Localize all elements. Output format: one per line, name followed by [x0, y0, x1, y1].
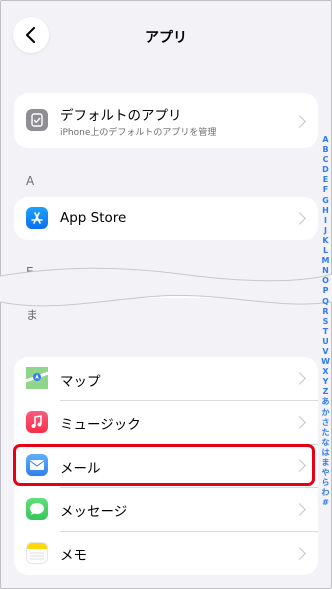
index-letter[interactable]: G: [319, 196, 332, 206]
index-letter[interactable]: B: [319, 145, 332, 155]
index-letter[interactable]: K: [319, 236, 332, 246]
index-letter[interactable]: U: [319, 337, 332, 347]
index-letter[interactable]: W: [319, 357, 332, 367]
index-letter[interactable]: わ: [319, 488, 332, 498]
index-letter[interactable]: ま: [319, 458, 332, 468]
index-letter[interactable]: D: [319, 165, 332, 175]
index-letter[interactable]: さ: [319, 418, 332, 428]
index-letter[interactable]: J: [319, 226, 332, 236]
chevron-right-icon: [293, 503, 306, 516]
settings-default-apps-icon: [26, 109, 48, 131]
index-letter[interactable]: P: [319, 286, 332, 296]
index-letter[interactable]: は: [319, 448, 332, 458]
app-store-icon: [26, 207, 48, 229]
music-icon: [26, 411, 48, 433]
app-row-messages[interactable]: メッセージ: [14, 487, 318, 531]
index-letter[interactable]: V: [319, 347, 332, 357]
notes-icon: [26, 542, 48, 564]
index-letter[interactable]: F: [319, 185, 332, 195]
index-letter[interactable]: R: [319, 307, 332, 317]
chevron-right-icon: [293, 416, 306, 429]
index-letter[interactable]: E: [319, 175, 332, 185]
app-label: マップ: [60, 374, 101, 390]
omitted-content-break: [0, 267, 332, 307]
chevron-right-icon: [293, 547, 306, 560]
default-apps-title: デフォルトのアプリ: [60, 108, 182, 124]
app-label: App Store: [60, 210, 127, 226]
section-header-a: A: [26, 174, 35, 188]
index-letter[interactable]: S: [319, 317, 332, 327]
index-letter[interactable]: C: [319, 155, 332, 165]
index-letter[interactable]: X: [319, 367, 332, 377]
page-title: アプリ: [145, 30, 187, 46]
index-letter[interactable]: Z: [319, 387, 332, 397]
index-letter[interactable]: Q: [319, 297, 332, 307]
index-letter[interactable]: T: [319, 327, 332, 337]
index-letter[interactable]: か: [319, 408, 332, 418]
index-letter[interactable]: や: [319, 468, 332, 478]
index-letter[interactable]: L: [319, 246, 332, 256]
chevron-right-icon: [293, 115, 306, 128]
section-header-ma: ま: [26, 308, 39, 322]
messages-icon: [26, 498, 48, 520]
index-letter[interactable]: I: [319, 216, 332, 226]
app-label: ミュージック: [60, 417, 141, 433]
section-index[interactable]: A B C D E F G H I J K L M N O P Q R S T U V W X Y Z あかさたなはまやらわ #: [319, 135, 332, 508]
default-apps-subtitle: iPhone上のデフォルトのアプリを管理: [60, 128, 217, 138]
index-letter[interactable]: な: [319, 438, 332, 448]
index-letter[interactable]: ら: [319, 478, 332, 488]
app-label: メッセージ: [60, 504, 128, 520]
index-letter[interactable]: Y: [319, 377, 332, 387]
index-letter[interactable]: M: [319, 256, 332, 266]
chevron-right-icon: [293, 212, 306, 225]
mail-highlight-box: [13, 444, 315, 486]
app-row-music[interactable]: ミュージック: [14, 400, 318, 444]
index-letter[interactable]: A: [319, 135, 332, 145]
index-letter[interactable]: た: [319, 428, 332, 438]
maps-icon: [25, 367, 49, 389]
app-row-maps[interactable]: マップ: [14, 357, 318, 400]
app-row-notes[interactable]: メモ: [14, 531, 318, 575]
index-letter[interactable]: H: [319, 206, 332, 216]
app-row-app-store[interactable]: App Store: [14, 197, 318, 240]
index-letter[interactable]: #: [319, 498, 332, 508]
default-apps-row[interactable]: デフォルトのアプリ iPhone上のデフォルトのアプリを管理: [14, 93, 318, 148]
index-letter[interactable]: O: [319, 276, 332, 286]
index-letter[interactable]: あ: [319, 397, 332, 407]
index-letter[interactable]: N: [319, 266, 332, 276]
chevron-right-icon: [293, 372, 306, 385]
app-label: メモ: [60, 548, 87, 564]
